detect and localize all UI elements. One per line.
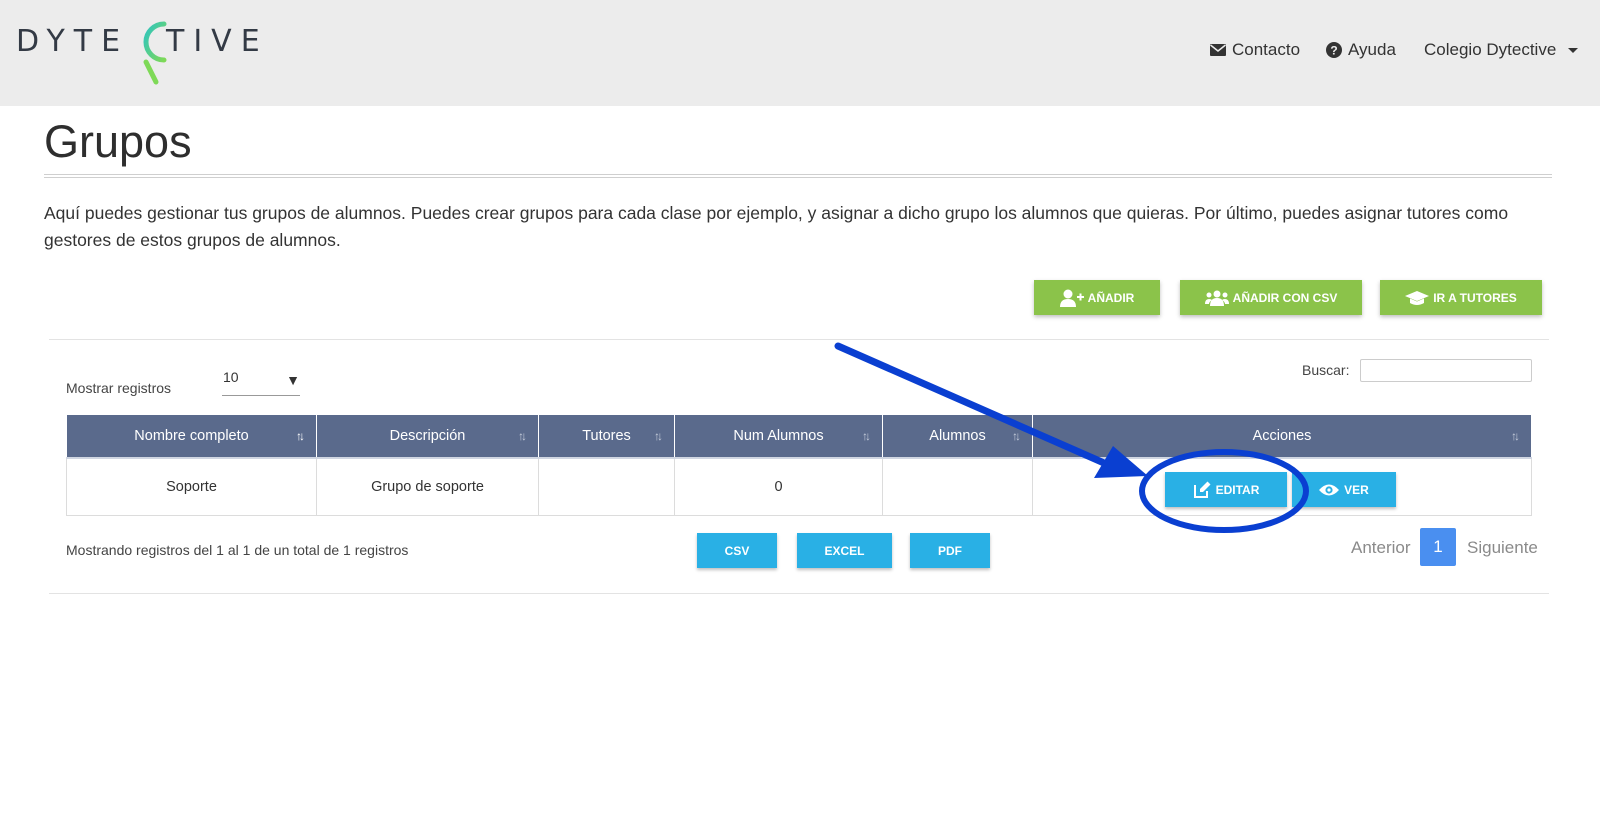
go-to-tutors-button[interactable]: IR A TUTORES	[1380, 280, 1542, 315]
dytective-logo[interactable]: DYTE TIVE	[16, 18, 266, 90]
user-plus-icon	[1059, 289, 1084, 307]
add-csv-button[interactable]: AÑADIR CON CSV	[1180, 280, 1362, 315]
nav-contact-label: Contacto	[1232, 40, 1301, 59]
page-size-value: 10	[223, 369, 239, 385]
nav-contact-link[interactable]: Contacto	[1210, 40, 1300, 60]
annotation-overlay	[834, 342, 1309, 533]
sort-icon: ↑↓	[862, 429, 871, 443]
column-label: Descripción	[389, 427, 466, 444]
export-excel-label: EXCEL	[824, 543, 865, 558]
nav-help-link[interactable]: ? Ayuda	[1326, 40, 1396, 60]
svg-text:?: ?	[1330, 44, 1337, 58]
search-label: Buscar:	[1302, 362, 1350, 378]
column-header-name[interactable]: Nombre completo ↑↓	[66, 414, 317, 459]
logo-text-left: DYTE	[16, 24, 130, 59]
page-title: Grupos	[44, 116, 192, 167]
view-group-button[interactable]: VER	[1292, 472, 1396, 507]
pagination-current-page[interactable]: 1	[1420, 528, 1456, 566]
add-group-label: AÑADIR	[1087, 290, 1135, 305]
cell-tutors	[538, 457, 675, 516]
add-group-button[interactable]: AÑADIR	[1034, 280, 1160, 315]
edit-group-label: EDITAR	[1215, 482, 1260, 497]
column-header-num-students[interactable]: Num Alumnos ↑↓	[674, 414, 883, 459]
go-to-tutors-label: IR A TUTORES	[1433, 290, 1517, 305]
page-size-select[interactable]: 10 ▼	[222, 368, 300, 396]
envelope-icon	[1210, 44, 1226, 56]
column-label: Nombre completo	[134, 427, 249, 444]
column-label: Tutores	[582, 427, 631, 444]
sort-icon: ↑↓	[518, 429, 527, 443]
export-pdf-button[interactable]: PDF	[910, 533, 990, 568]
table-header-row: Nombre completo ↑↓ Descripción ↑↓ Tutores ↑…	[66, 414, 1532, 459]
cell-num-students: 0	[674, 457, 883, 516]
pagination-prev[interactable]: Anterior	[1351, 538, 1411, 558]
logo-text-right: TIVE	[166, 24, 269, 59]
export-csv-label: CSV	[724, 543, 750, 558]
eye-icon	[1319, 484, 1340, 495]
title-divider-secondary	[44, 177, 1552, 178]
column-label: Acciones	[1252, 427, 1312, 444]
nav-account-dropdown[interactable]: Colegio Dytective	[1424, 40, 1579, 60]
column-label: Num Alumnos	[733, 427, 824, 444]
section-divider-top	[49, 339, 1549, 340]
caret-down-icon: ▼	[286, 372, 300, 388]
cell-students	[882, 457, 1033, 516]
section-divider-bottom	[49, 593, 1549, 594]
sort-icon: ↑↓	[654, 429, 663, 443]
top-navbar: DYTE TIVE Contacto ? Ayuda Colegio Dytec…	[0, 0, 1600, 106]
records-info: Mostrando registros del 1 al 1 de un tot…	[66, 542, 409, 558]
column-header-actions[interactable]: Acciones ↑↓	[1032, 414, 1532, 459]
column-header-description[interactable]: Descripción ↑↓	[316, 414, 539, 459]
graduation-cap-icon	[1405, 290, 1430, 305]
pagination-next[interactable]: Siguiente	[1467, 538, 1538, 558]
column-header-students[interactable]: Alumnos ↑↓	[882, 414, 1033, 459]
edit-icon	[1193, 481, 1211, 498]
cell-description: Grupo de soporte	[316, 457, 539, 516]
search-input[interactable]	[1360, 359, 1532, 382]
question-circle-icon: ?	[1326, 42, 1342, 58]
title-divider	[44, 174, 1552, 175]
users-icon	[1204, 290, 1229, 306]
column-label: Alumnos	[929, 427, 986, 444]
export-pdf-label: PDF	[938, 543, 962, 558]
nav-account-label: Colegio Dytective	[1424, 40, 1557, 59]
edit-group-button[interactable]: EDITAR	[1165, 472, 1287, 507]
cell-name: Soporte	[66, 457, 317, 516]
caret-down-icon	[1568, 47, 1579, 53]
sort-icon: ↑↓	[296, 429, 305, 443]
add-csv-label: AÑADIR CON CSV	[1232, 290, 1338, 305]
export-excel-button[interactable]: EXCEL	[797, 533, 892, 568]
page-intro: Aquí puedes gestionar tus grupos de alum…	[44, 203, 1509, 250]
nav-help-label: Ayuda	[1348, 40, 1396, 59]
export-csv-button[interactable]: CSV	[697, 533, 777, 568]
page-size-label: Mostrar registros	[66, 380, 172, 396]
sort-icon: ↑↓	[1511, 429, 1520, 443]
view-group-label: VER	[1344, 482, 1369, 497]
column-header-tutors[interactable]: Tutores ↑↓	[538, 414, 675, 459]
sort-icon: ↑↓	[1012, 429, 1021, 443]
